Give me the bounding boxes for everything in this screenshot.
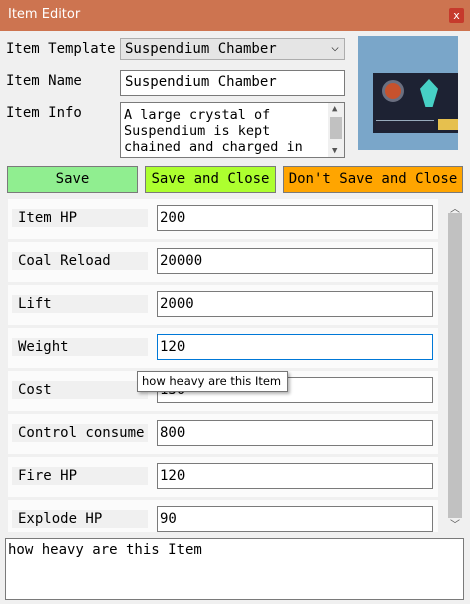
- scroll-up-icon[interactable]: ▲: [332, 104, 337, 114]
- property-value: 20000: [160, 253, 203, 269]
- property-row-weight: Weight 120: [8, 328, 438, 368]
- item-name-input[interactable]: Suspendium Chamber: [120, 70, 345, 96]
- item-info-text: A large crystal of Suspendium is kept ch…: [124, 107, 303, 155]
- property-label: Coal Reload: [12, 252, 148, 270]
- title-bar: Item Editor x: [0, 0, 470, 31]
- scroll-thumb[interactable]: [448, 213, 462, 518]
- help-text: how heavy are this Item: [8, 542, 202, 558]
- item-template-select[interactable]: Suspendium Chamber ⌵: [120, 38, 345, 60]
- property-row-coal-reload: Coal Reload 20000: [8, 242, 438, 282]
- property-value: 90: [160, 511, 177, 527]
- close-icon[interactable]: x: [449, 8, 464, 23]
- cog-graphic: [382, 80, 404, 102]
- property-label: Explode HP: [12, 510, 148, 528]
- property-value: 200: [160, 210, 186, 226]
- property-row-item-hp: Item HP 200: [8, 199, 438, 239]
- save-button[interactable]: Save: [7, 166, 138, 193]
- scroll-thumb[interactable]: [330, 117, 342, 139]
- property-input-explode-hp[interactable]: 90: [157, 506, 433, 532]
- property-input-fire-hp[interactable]: 120: [157, 463, 433, 489]
- item-template-value: Suspendium Chamber: [125, 41, 277, 57]
- property-value: 800: [160, 425, 186, 441]
- properties-scrollbar[interactable]: ︿ ﹀: [447, 199, 463, 532]
- property-input-control-consume[interactable]: 800: [157, 420, 433, 446]
- property-input-lift[interactable]: 2000: [157, 291, 433, 317]
- item-name-value: Suspendium Chamber: [125, 74, 277, 90]
- item-thumbnail: [358, 36, 458, 150]
- item-name-label: Item Name: [6, 73, 82, 89]
- property-row-fire-hp: Fire HP 120: [8, 457, 438, 497]
- window-title: Item Editor: [8, 7, 81, 22]
- item-info-label: Item Info: [6, 105, 82, 121]
- property-row-control-consume: Control consume 800: [8, 414, 438, 454]
- chevron-down-icon: ⌵: [331, 40, 339, 55]
- item-template-label: Item Template: [6, 41, 116, 57]
- scroll-down-icon[interactable]: ▼: [332, 146, 337, 156]
- property-label: Fire HP: [12, 467, 148, 485]
- property-value: 120: [160, 468, 186, 484]
- property-row-explode-hp: Explode HP 90: [8, 500, 438, 532]
- weight-tooltip: how heavy are this Item: [137, 371, 288, 392]
- property-label: Cost: [12, 381, 148, 399]
- property-label: Item HP: [12, 209, 148, 227]
- property-label: Weight: [12, 338, 148, 356]
- save-and-close-button[interactable]: Save and Close: [145, 166, 276, 193]
- thumbnail-caption: [376, 120, 434, 130]
- property-input-item-hp[interactable]: 200: [157, 205, 433, 231]
- item-info-scrollbar[interactable]: ▲ ▼: [328, 103, 344, 157]
- dont-save-and-close-button[interactable]: Don't Save and Close: [283, 166, 463, 193]
- scroll-down-icon[interactable]: ﹀: [450, 516, 460, 531]
- item-info-textarea[interactable]: A large crystal of Suspendium is kept ch…: [120, 102, 345, 158]
- property-input-weight[interactable]: 120: [157, 334, 433, 360]
- property-value: 2000: [160, 296, 194, 312]
- help-textbox[interactable]: how heavy are this Item: [5, 538, 464, 600]
- property-row-lift: Lift 2000: [8, 285, 438, 325]
- property-value: 120: [160, 339, 186, 355]
- property-label: Control consume: [12, 424, 148, 442]
- property-label: Lift: [12, 295, 148, 313]
- properties-panel: Item HP 200 Coal Reload 20000 Lift 2000 …: [8, 199, 445, 532]
- property-input-coal-reload[interactable]: 20000: [157, 248, 433, 274]
